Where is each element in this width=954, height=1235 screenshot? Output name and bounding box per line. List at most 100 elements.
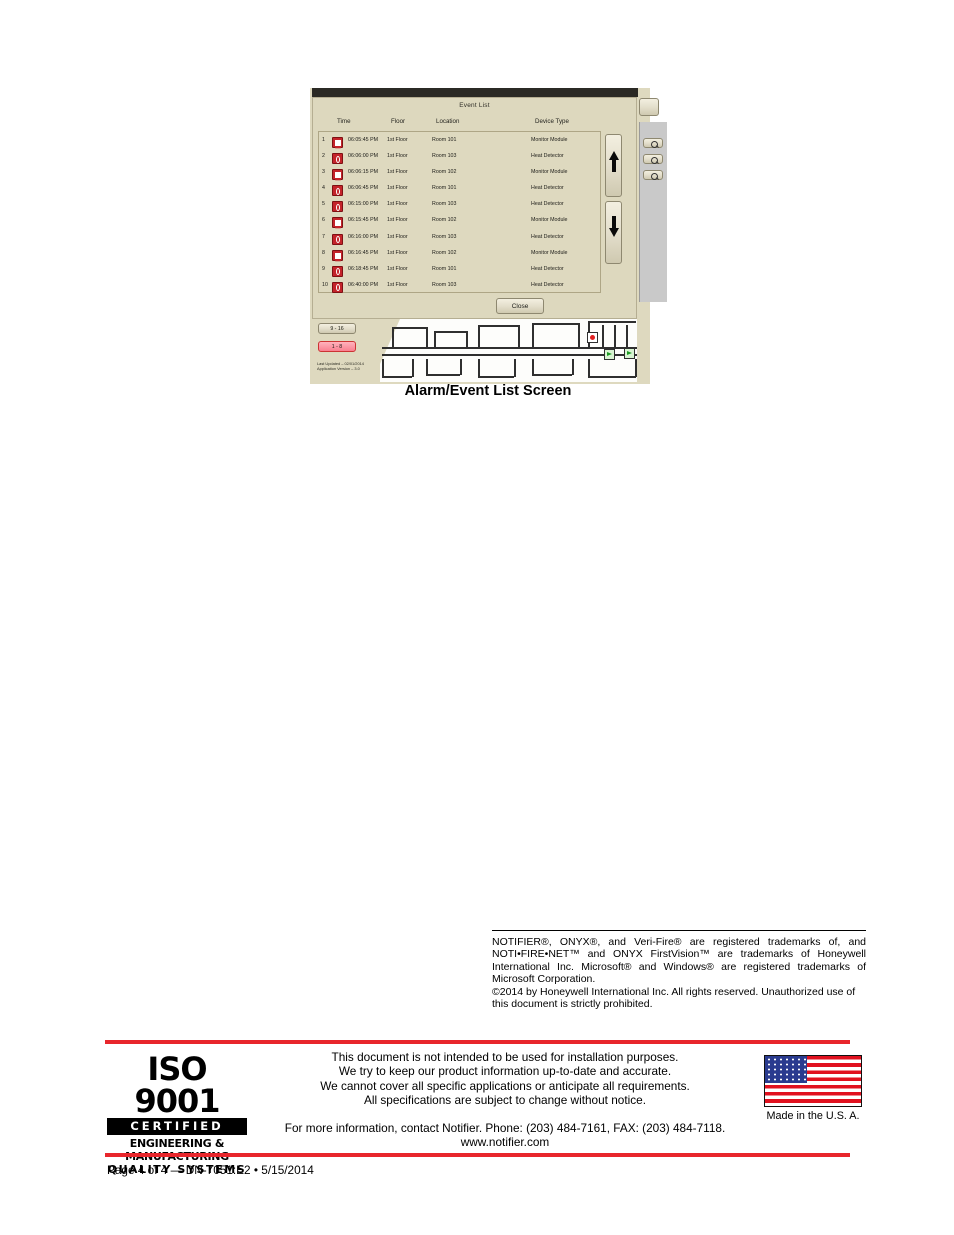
monitor-module-alarm-icon [332,137,343,148]
heat-detector-alarm-icon [332,233,343,245]
column-header-location: Location [436,118,460,125]
table-row[interactable]: 9 06:18:45 PM 1st Floor Room 101 Heat Detect… [319,261,600,277]
exit-device-icon[interactable] [624,348,635,359]
application-screenshot: Event List Time Floor Location Device Ty… [310,88,667,384]
zoom-reset-icon[interactable] [643,170,663,180]
zoom-in-icon[interactable] [643,138,663,148]
cell-device-type: Heat Detector [531,185,564,192]
row-index: 6 [322,217,325,224]
cell-time: 06:06:15 PM [348,169,379,176]
monitor-module-alarm-icon [332,249,343,261]
scroll-down-button[interactable] [605,201,622,264]
row-index: 1 [322,137,325,143]
website-link[interactable]: www.notifier.com [270,1135,740,1149]
cell-location: Room 102 [432,217,457,224]
floor-plan-walls [382,321,637,381]
table-row[interactable]: 2 06:06:00 PM 1st Floor Room 103 Heat Detect… [319,148,600,165]
side-tab-button[interactable] [639,98,659,116]
cell-floor: 1st Floor [387,169,408,176]
cell-device-type: Monitor Module [531,137,568,143]
monitor-module-alarm-icon [332,169,343,181]
table-row[interactable]: 3 06:06:15 PM 1st Floor Room 102 Monitor Mod… [319,164,600,181]
cell-device-type: Heat Detector [531,153,564,160]
made-in-usa-label: Made in the U.S. A. [766,1110,860,1122]
trademark-paragraph-2: ©2014 by Honeywell International Inc. Al… [492,985,856,1011]
event-page-button-1-8[interactable]: 1 - 8 [318,341,356,352]
cell-floor: 1st Floor [387,153,408,160]
scroll-up-button[interactable] [605,134,622,197]
cell-floor: 1st Floor [387,265,408,272]
cell-time: 06:15:45 PM [348,217,379,224]
cell-location: Room 101 [432,265,457,272]
table-row[interactable]: 6 06:15:45 PM 1st Floor Room 102 Monitor Mod… [319,212,600,229]
cell-location: Room 102 [432,169,457,176]
trademark-divider [492,930,866,931]
row-index: 9 [322,265,325,272]
row-index: 5 [322,201,325,208]
column-header-floor: Floor [391,118,406,125]
table-row[interactable]: 4 06:06:45 PM 1st Floor Room 101 Heat Detect… [319,180,600,197]
cell-device-type: Heat Detector [531,233,564,240]
disclaimer-line-3: We cannot cover all specific application… [320,1078,690,1093]
iso-scope-line-1: ENGINEERING & MANUFACTURING [125,1137,229,1163]
exit-device-icon[interactable] [604,349,615,360]
flag-stars [765,1056,808,1083]
arrow-down-icon [608,216,619,237]
side-panel [639,122,667,302]
made-in-usa-block: Made in the U.S. A. [757,1055,869,1122]
cell-floor: 1st Floor [387,201,408,208]
disclaimer-line-4: All specifications are subject to change… [364,1093,646,1108]
table-row[interactable]: 7 06:16:00 PM 1st Floor Room 103 Heat Detect… [319,229,600,245]
close-button[interactable]: Close [496,298,544,314]
flag-canton [765,1056,808,1083]
application-version-label: Application Version – 3.0 [317,366,360,372]
heat-detector-alarm-icon [332,281,343,293]
column-headers: Time Floor Location Device Type [313,118,636,130]
cell-floor: 1st Floor [387,249,408,256]
iso-standard-label: ISO 9001 [134,1050,220,1120]
cell-device-type: Monitor Module [531,169,568,176]
column-header-device-type: Device Type [535,118,569,125]
row-index: 7 [322,233,325,240]
event-page-button-9-16[interactable]: 9 - 16 [318,323,356,334]
table-row[interactable]: 8 06:16:45 PM 1st Floor Room 102 Monitor Mod… [319,245,600,261]
table-row[interactable]: 5 06:15:00 PM 1st Floor Room 103 Heat Detect… [319,196,600,213]
heat-detector-alarm-icon [332,265,343,277]
row-index: 10 [322,281,328,288]
us-flag-icon [764,1055,862,1107]
trademark-paragraph-1: NOTIFIER®, ONYX®, and Veri-Fire® are reg… [492,936,866,986]
heat-detector-alarm-icon [332,153,343,165]
floor-plan-sidebar: 9 - 16 1 - 8 Last Updated – 02/01/2014 A… [312,319,380,382]
cell-time: 06:06:45 PM [348,185,379,192]
cell-device-type: Heat Detector [531,281,564,288]
cell-time: 06:05:45 PM [348,137,379,143]
alarm-device-icon[interactable] [587,332,598,343]
heat-detector-alarm-icon [332,185,343,197]
cell-floor: 1st Floor [387,233,408,240]
event-list-table[interactable]: 1 06:05:45 PM 1st Floor Room 101 Monitor Mod… [318,131,601,293]
cell-time: 06:06:00 PM [348,153,379,160]
figure-alarm-event-list: Event List Time Floor Location Device Ty… [310,88,667,388]
cell-time: 06:16:45 PM [348,249,379,256]
row-index: 2 [322,153,325,160]
column-header-time: Time [337,118,351,125]
monitor-module-alarm-icon [332,217,343,229]
cell-device-type: Monitor Module [531,249,568,256]
row-index: 8 [322,249,325,256]
page-footer-text: Page 4 of 4 — DN-7051:E2 • 5/15/2014 [107,1163,314,1177]
cell-floor: 1st Floor [387,185,408,192]
footer-disclaimer: This document is not intended to be used… [270,1050,740,1149]
cell-floor: 1st Floor [387,217,408,224]
disclaimer-line-1: This document is not intended to be used… [331,1050,679,1064]
cell-time: 06:16:00 PM [348,233,379,240]
cell-device-type: Heat Detector [531,265,564,272]
iso-certified-label: CERTIFIED [107,1118,247,1135]
window-title-bar [312,88,638,97]
table-row[interactable]: 10 06:40:00 PM 1st Floor Room 103 Heat Detec… [319,277,600,293]
table-row[interactable]: 1 06:05:45 PM 1st Floor Room 101 Monitor Mod… [319,132,600,148]
cell-floor: 1st Floor [387,281,408,288]
event-list-dialog: Event List Time Floor Location Device Ty… [312,97,637,319]
zoom-out-icon[interactable] [643,154,663,164]
floor-plan-area[interactable]: 9 - 16 1 - 8 Last Updated – 02/01/2014 A… [312,319,637,382]
cell-location: Room 103 [432,281,457,288]
